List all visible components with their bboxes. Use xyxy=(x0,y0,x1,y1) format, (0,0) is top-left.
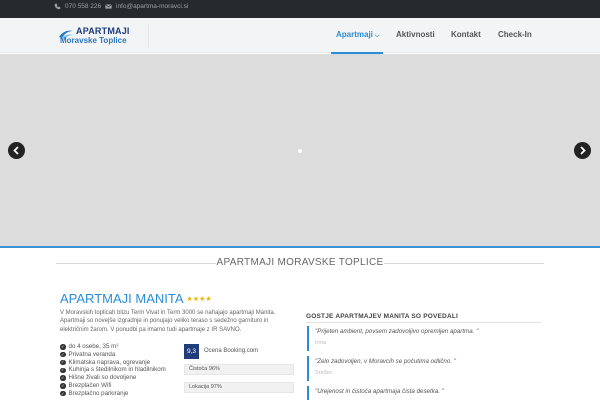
nav-kontakt[interactable]: Kontakt xyxy=(451,30,481,39)
check-icon: ✓ xyxy=(60,390,66,397)
check-icon: ✓ xyxy=(60,375,66,381)
feature-item: ✓ Brezplačen Wifi xyxy=(60,381,112,389)
check-icon: ✓ xyxy=(60,382,66,389)
star-rating-icon: ★★★★ xyxy=(186,296,212,303)
check-icon: ✓ xyxy=(60,359,66,366)
guest-reviews-heading: GOSTJE APARTMAJEV MANITA SO POVEDALI xyxy=(306,313,459,320)
slider-next-button[interactable] xyxy=(574,142,591,159)
feature-item: ✓ do 4 osebe, 35 m² xyxy=(60,343,119,350)
feature-item: ✓ Hišne živali so dovoljene xyxy=(60,374,137,382)
rating-bar-location: Lokacija 97% xyxy=(184,382,294,393)
feature-item: ✓ Privatna veranda xyxy=(60,350,116,358)
review-text: "Prijeten ambient, povsem zadovoljivo op… xyxy=(315,328,479,335)
section-divider-right xyxy=(384,263,544,264)
chevron-down-icon: ⌵ xyxy=(374,33,380,39)
slider-bottom-border xyxy=(0,246,600,248)
chevron-right-icon xyxy=(580,146,586,155)
review-author: Srečko xyxy=(315,370,333,376)
site-logo[interactable]: APARTMAJI Moravske Toplice xyxy=(54,24,149,48)
feature-item: ✓ Klimatska naprava, ogrevanje xyxy=(60,358,151,366)
phone-contact[interactable]: 070 558 226 xyxy=(54,3,101,10)
logo-line-1: APARTMAJI xyxy=(76,26,130,36)
nav-check-in[interactable]: Check-In xyxy=(498,30,532,39)
manita-description: V Moravskih toplicah blizu Term Vivat in… xyxy=(60,310,276,333)
review-quote: "Zelo zadovoljen, v Moravcih se počutima… xyxy=(307,356,541,381)
envelope-icon xyxy=(105,4,112,9)
manita-heading[interactable]: APARTMAJI MANITA ★★★★ xyxy=(60,291,212,306)
guest-reviews-divider xyxy=(306,322,541,323)
phone-number: 070 558 226 xyxy=(65,3,102,10)
nav-apartmaji-label: Apartmaji xyxy=(336,30,373,39)
chevron-left-icon xyxy=(13,146,19,155)
feature-item: ✓ Kuhinja s štedilnikom in hladilnikom xyxy=(60,366,166,374)
rating-bar-cleanliness: Čistoča 96% xyxy=(184,364,294,375)
top-bar: 070 558 226 info@apartma-moravci.si xyxy=(0,0,600,18)
email-address: info@apartma-moravci.si xyxy=(116,3,189,10)
review-quote: "Urejenost in čistoča apartmaja čista de… xyxy=(307,386,541,400)
slider-prev-button[interactable] xyxy=(8,142,25,159)
booking-score-badge: 9,3 xyxy=(184,344,199,359)
slider-dot[interactable] xyxy=(298,149,302,153)
feature-item: ✓ Brezplačno parkiranje xyxy=(60,389,129,397)
review-author: Irma xyxy=(315,340,326,346)
phone-icon xyxy=(54,3,61,10)
booking-score-label: Ocena Booking.com xyxy=(204,348,259,354)
email-contact[interactable]: info@apartma-moravci.si xyxy=(105,3,188,10)
hero-slider xyxy=(0,54,600,247)
check-icon: ✓ xyxy=(60,343,66,350)
manita-title: APARTMAJI MANITA xyxy=(60,291,184,306)
review-text: "Zelo zadovoljen, v Moravcih se počutima… xyxy=(315,358,456,365)
check-icon: ✓ xyxy=(60,351,66,358)
logo-line-2: Moravske Toplice xyxy=(60,36,127,45)
review-text: "Urejenost in čistoča apartmaja čista de… xyxy=(315,388,444,395)
nav-apartmaji[interactable]: Apartmaji ⌵ xyxy=(336,30,379,40)
header: APARTMAJI Moravske Toplice Apartmaji ⌵ Ak… xyxy=(0,18,600,53)
feature-list: ✓ do 4 osebe, 35 m² ✓ Privatna veranda ✓ Kl… xyxy=(60,343,180,398)
review-quote: "Prijeten ambient, povsem zadovoljivo op… xyxy=(307,326,541,351)
nav-aktivnosti[interactable]: Aktivnosti xyxy=(396,30,435,39)
check-icon: ✓ xyxy=(60,367,66,374)
